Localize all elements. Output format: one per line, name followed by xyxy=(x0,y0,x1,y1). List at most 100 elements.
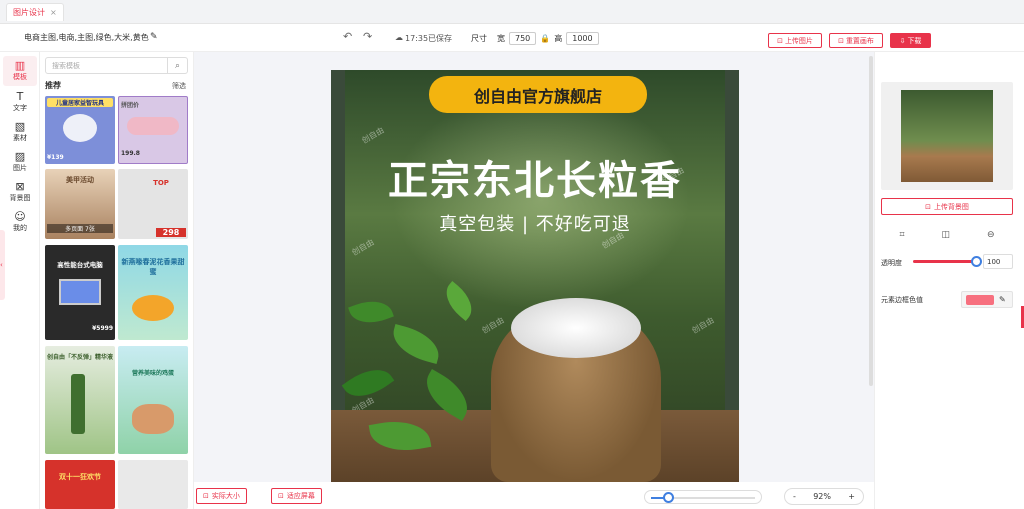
actual-size-icon: ⊡ xyxy=(203,492,209,500)
flip-vertical-icon[interactable]: ⊖ xyxy=(987,230,995,240)
height-label: 高 xyxy=(554,34,563,43)
template-thumb[interactable]: 儿童居家益智玩具 ¥139 xyxy=(45,96,115,164)
nav-item-mine[interactable]: ☺ 我的 xyxy=(3,207,37,237)
flip-horizontal-icon[interactable]: ◫ xyxy=(942,230,951,240)
canvas-area[interactable]: 创自由官方旗舰店 正宗东北长粒香 真空包装 | 不好吃可退 创自由 创自由 创自… xyxy=(194,52,874,482)
fruit-image xyxy=(132,295,174,321)
shop-name-banner[interactable]: 创自由官方旗舰店 xyxy=(429,76,647,113)
width-input[interactable]: 750 xyxy=(509,32,537,45)
tab-label: 图片设计 xyxy=(13,8,45,17)
template-thumb[interactable]: 美甲活动 多页面 7张 xyxy=(45,169,115,239)
nav-item-text[interactable]: T 文字 xyxy=(3,87,37,117)
upload-icon: ⊡ xyxy=(777,36,783,45)
template-thumb[interactable]: 新燕喙春泥花香果甜蜜 xyxy=(118,245,188,340)
toy-image xyxy=(63,114,97,142)
material-icon: ▧ xyxy=(14,120,26,133)
thumb-title: 营养美味的鸡蛋 xyxy=(131,370,174,377)
nav-item-template[interactable]: ▥ 模板 xyxy=(3,56,37,86)
filter-button[interactable]: 筛选 xyxy=(172,81,186,91)
eyedropper-icon[interactable]: ✎ xyxy=(999,295,1006,304)
template-thumb[interactable]: 拼团价 199.8 xyxy=(118,96,188,164)
template-panel: 搜索模板 ⌕ 推荐 筛选 儿童居家益智玩具 ¥139 拼团价 199.8 美甲活… xyxy=(40,52,194,509)
template-thumb[interactable]: TOP 298 xyxy=(118,169,188,239)
zoom-slider-knob[interactable] xyxy=(662,492,674,503)
properties-panel: ⊡ 上传背景图 ⌗ ◫ ⊖ 透明度 100 元素边框色值 ✎ xyxy=(874,52,1024,509)
reset-canvas-button[interactable]: ⊡ 重置画布 xyxy=(829,33,883,48)
thumb-price: ¥5999 xyxy=(92,325,113,332)
watermark: 创自由 xyxy=(480,315,506,336)
size-label: 尺寸 xyxy=(471,34,487,43)
collapse-handle[interactable]: ‹ xyxy=(0,230,5,300)
egg-basket-image xyxy=(132,404,174,434)
reset-icon: ⊡ xyxy=(838,36,844,45)
height-input[interactable]: 1000 xyxy=(566,32,599,45)
background-icon: ⊠ xyxy=(15,180,25,193)
template-thumb[interactable] xyxy=(118,460,188,509)
fit-screen-icon: ⊡ xyxy=(278,492,284,500)
template-thumb[interactable]: 双十一狂欢节 xyxy=(45,460,115,509)
zoom-in-button[interactable]: + xyxy=(848,492,855,501)
watermark: 创自由 xyxy=(360,125,386,146)
zoom-bar: ⊡ 实际大小 ⊡ 适应屏幕 - 92% + xyxy=(194,482,874,509)
lock-icon[interactable]: 🔒 xyxy=(540,34,550,43)
upload-image-button[interactable]: ⊡ 上传图片 xyxy=(768,33,822,48)
zoom-out-button[interactable]: - xyxy=(793,492,796,501)
actual-size-label: 实际大小 xyxy=(211,492,240,500)
crop-icon[interactable]: ⌗ xyxy=(899,230,904,240)
search-icon[interactable]: ⌕ xyxy=(167,58,187,73)
thumb-title: 双十一狂欢节 xyxy=(59,473,101,481)
bottle-image xyxy=(71,374,85,434)
zoom-value: 92% xyxy=(813,492,831,501)
canvas-scrollbar[interactable] xyxy=(869,56,873,386)
nav-item-image[interactable]: ▨ 图片 xyxy=(3,147,37,177)
actual-size-button[interactable]: ⊡ 实际大小 xyxy=(196,488,247,504)
tab-image-design[interactable]: 图片设计 × xyxy=(6,3,64,21)
redo-icon[interactable]: ↷ xyxy=(363,30,372,43)
image-icon: ▨ xyxy=(14,150,26,163)
zoom-control: - 92% + xyxy=(784,488,864,505)
search-placeholder: 搜索模板 xyxy=(52,61,80,70)
thumb-title: 美甲活动 xyxy=(66,176,94,184)
template-thumb[interactable]: 高性能台式电脑 ¥5999 xyxy=(45,245,115,340)
thumb-title: 拼团价 xyxy=(121,102,140,109)
rice-image xyxy=(511,298,641,358)
monitor-image xyxy=(59,279,101,305)
thumb-price: 199.8 xyxy=(121,150,140,157)
design-poster[interactable]: 创自由官方旗舰店 正宗东北长粒香 真空包装 | 不好吃可退 创自由 创自由 创自… xyxy=(331,70,739,482)
upload-image-label: 上传图片 xyxy=(784,36,813,45)
section-title: 推荐 xyxy=(45,81,61,90)
nav-label: 图片 xyxy=(13,164,27,172)
thumb-title: TOP xyxy=(153,179,169,187)
template-thumb[interactable]: 创自由「不反弹」精华液 xyxy=(45,346,115,454)
undo-icon[interactable]: ↶ xyxy=(343,30,352,43)
border-color-picker[interactable]: ✎ xyxy=(961,291,1013,308)
zoom-slider[interactable] xyxy=(644,490,762,504)
border-color-label: 元素边框色值 xyxy=(881,296,923,304)
thumb-price: 多页面 7张 xyxy=(47,224,113,233)
thumb-title: 儿童居家益智玩具 xyxy=(47,98,113,107)
download-label: 下载 xyxy=(907,36,922,45)
upload-background-label: 上传背景图 xyxy=(933,202,969,211)
product-image xyxy=(127,117,179,135)
save-status-text: 17:35已保存 xyxy=(405,34,453,43)
fit-screen-button[interactable]: ⊡ 适应屏幕 xyxy=(271,488,322,504)
opacity-label: 透明度 xyxy=(881,259,902,267)
close-icon[interactable]: × xyxy=(50,8,57,17)
template-search-input[interactable]: 搜索模板 ⌕ xyxy=(45,57,188,74)
thumb-price: ¥139 xyxy=(47,154,64,161)
save-status: ☁ 17:35已保存 xyxy=(395,33,452,44)
edit-icon[interactable]: ✎ xyxy=(150,32,158,42)
opacity-slider-knob[interactable] xyxy=(971,256,982,267)
thumb-title: 新燕喙春泥花香果甜蜜 xyxy=(121,258,185,276)
poster-subline[interactable]: 真空包装 | 不好吃可退 xyxy=(331,210,739,236)
download-button[interactable]: ⇩ 下载 xyxy=(890,33,931,48)
upload-icon: ⊡ xyxy=(925,202,931,211)
canvas-size: 尺寸 宽 750 🔒 高 1000 xyxy=(471,32,599,45)
upload-background-button[interactable]: ⊡ 上传背景图 xyxy=(881,198,1013,215)
template-thumb[interactable]: 营养美味的鸡蛋 xyxy=(118,346,188,454)
opacity-input[interactable]: 100 xyxy=(983,254,1013,269)
border-color-swatch[interactable] xyxy=(966,294,994,305)
nav-item-material[interactable]: ▧ 素材 xyxy=(3,117,37,147)
left-nav: ▥ 模板 T 文字 ▧ 素材 ▨ 图片 ⊠ 背景图 ☺ 我的 xyxy=(0,52,40,509)
nav-item-background[interactable]: ⊠ 背景图 xyxy=(3,177,37,207)
